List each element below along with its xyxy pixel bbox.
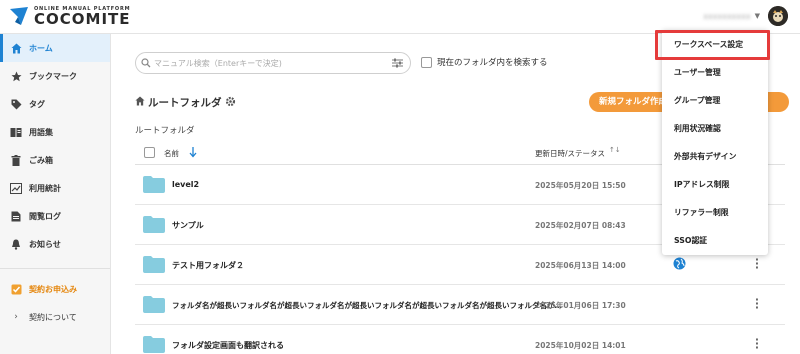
sidebar-item-log[interactable]: 閲覧ログ: [0, 202, 110, 230]
sidebar-item-label: ごみ箱: [29, 155, 53, 165]
avatar[interactable]: [768, 6, 788, 26]
bell-icon: [9, 239, 23, 250]
sidebar-item-tag[interactable]: タグ: [0, 90, 110, 118]
sidebar-item-label: ブックマーク: [29, 71, 77, 81]
search-box[interactable]: [135, 52, 411, 74]
table-row[interactable]: フォルダ名が超長いフォルダ名が超長いフォルダ名が超長いフォルダ名が超長いフォルダ…: [135, 285, 785, 325]
sidebar-item-glossary[interactable]: 用語集: [0, 118, 110, 146]
menu-item-user-management[interactable]: ユーザー管理: [662, 58, 768, 86]
folder-title-text: ルートフォルダ: [148, 97, 222, 109]
sidebar-item-label: タグ: [29, 99, 45, 109]
sort-toggle-icon[interactable]: ↑↓: [609, 146, 621, 154]
column-header-date[interactable]: 更新日時/ステータス: [535, 148, 605, 159]
row-menu-kebab-icon[interactable]: · · ·: [754, 334, 760, 353]
sidebar-item-label: 契約お申込み: [29, 284, 77, 294]
folder-icon: [143, 336, 165, 354]
sort-down-icon[interactable]: [189, 146, 197, 161]
current-folder-label: 現在のフォルダ内を検索する: [437, 58, 548, 68]
logo-mark-icon: [8, 5, 30, 27]
folder-icon: [143, 256, 165, 276]
updated-date: 2025年02月07日 08:43: [535, 221, 626, 230]
folder-name[interactable]: フォルダ設定画面も翻訳される: [172, 340, 284, 351]
menu-item-usage-status[interactable]: 利用状況確認: [662, 114, 768, 142]
chevron-down-icon[interactable]: ▼: [755, 12, 760, 20]
sidebar-item-label: 用語集: [29, 127, 53, 137]
app-header: ONLINE MANUAL PLATFORM COCOMITE xxxxxxxx…: [0, 0, 800, 34]
updated-date: 2025年10月02日 14:01: [535, 341, 626, 350]
sidebar-item-label: 閲覧ログ: [29, 211, 61, 221]
menu-item-referrer-restriction[interactable]: リファラー制限: [662, 198, 768, 226]
row-menu-kebab-icon[interactable]: · · ·: [754, 254, 760, 273]
folder-name[interactable]: サンプル: [172, 220, 204, 231]
settings-dropdown-menu: ワークスペース設定 ユーザー管理 グループ管理 利用状況確認 外部共有デザイン …: [662, 30, 768, 255]
folder-name[interactable]: テスト用フォルダ２: [172, 260, 244, 271]
folder-icon: [143, 296, 165, 316]
current-folder-search-option[interactable]: 現在のフォルダ内を検索する: [421, 56, 548, 68]
menu-item-ip-restriction[interactable]: IPアドレス制限: [662, 170, 768, 198]
highlight-box: [655, 30, 770, 60]
menu-item-external-share-design[interactable]: 外部共有デザイン: [662, 142, 768, 170]
chart-icon: [9, 182, 23, 194]
breadcrumb[interactable]: ルートフォルダ: [135, 124, 195, 136]
row-menu-kebab-icon[interactable]: · · ·: [754, 294, 760, 313]
logo[interactable]: ONLINE MANUAL PLATFORM COCOMITE: [8, 5, 131, 27]
search-icon: [141, 58, 151, 71]
globe-icon[interactable]: [673, 257, 686, 273]
search-input[interactable]: [154, 56, 384, 70]
home-icon: [135, 96, 145, 109]
updated-date: 2025年05月20日 15:50: [535, 181, 626, 190]
sidebar-item-news[interactable]: お知らせ: [0, 230, 110, 258]
gear-icon[interactable]: [225, 96, 236, 110]
table-row[interactable]: フォルダ設定画面も翻訳される 2025年10月02日 14:01 · · ·: [135, 325, 785, 354]
select-all-checkbox[interactable]: [144, 147, 155, 158]
sidebar-item-home[interactable]: ホーム: [0, 34, 110, 62]
menu-item-group-management[interactable]: グループ管理: [662, 86, 768, 114]
sidebar-item-contract-about[interactable]: › 契約について: [0, 303, 110, 331]
folder-icon: [143, 176, 165, 196]
sidebar-item-label: ホーム: [29, 43, 53, 53]
chevron-right-icon: ›: [14, 312, 18, 322]
folder-name[interactable]: level2: [172, 180, 199, 189]
sidebar-divider: [0, 268, 110, 269]
trash-icon: [9, 154, 23, 166]
glossary-icon: [9, 127, 23, 138]
log-icon: [9, 211, 23, 222]
home-icon: [9, 43, 23, 54]
sidebar-item-label: お知らせ: [29, 239, 61, 249]
sidebar-item-trash[interactable]: ごみ箱: [0, 146, 110, 174]
current-folder-checkbox[interactable]: [421, 56, 432, 68]
sidebar-item-contract-apply[interactable]: 契約お申込み: [0, 275, 110, 303]
updated-date: 2025年01月06日 17:30: [535, 301, 626, 310]
sidebar-item-stats[interactable]: 利用統計: [0, 174, 110, 202]
user-name[interactable]: xxxxxxxxxx: [703, 12, 750, 21]
sidebar-item-label: 契約について: [29, 312, 77, 322]
star-icon: [9, 71, 23, 82]
sidebar-item-label: 利用統計: [29, 183, 61, 193]
checkbox-icon: [9, 284, 23, 295]
updated-date: 2025年06月13日 14:00: [535, 261, 626, 270]
tag-icon: [9, 99, 23, 110]
filter-settings-icon[interactable]: [392, 58, 403, 71]
logo-title: COCOMITE: [34, 10, 131, 28]
sidebar: ホーム ブックマーク タグ 用語集 ごみ箱 利用統計 閲覧ログ お知らせ 契約お…: [0, 34, 111, 354]
sidebar-item-bookmark[interactable]: ブックマーク: [0, 62, 110, 90]
column-header-name[interactable]: 名前: [164, 148, 179, 159]
folder-name[interactable]: フォルダ名が超長いフォルダ名が超長いフォルダ名が超長いフォルダ名が超長いフォルダ…: [172, 300, 562, 311]
folder-icon: [143, 216, 165, 236]
page-title: ルートフォルダ: [135, 95, 236, 110]
menu-item-sso[interactable]: SSO認証: [662, 226, 768, 254]
